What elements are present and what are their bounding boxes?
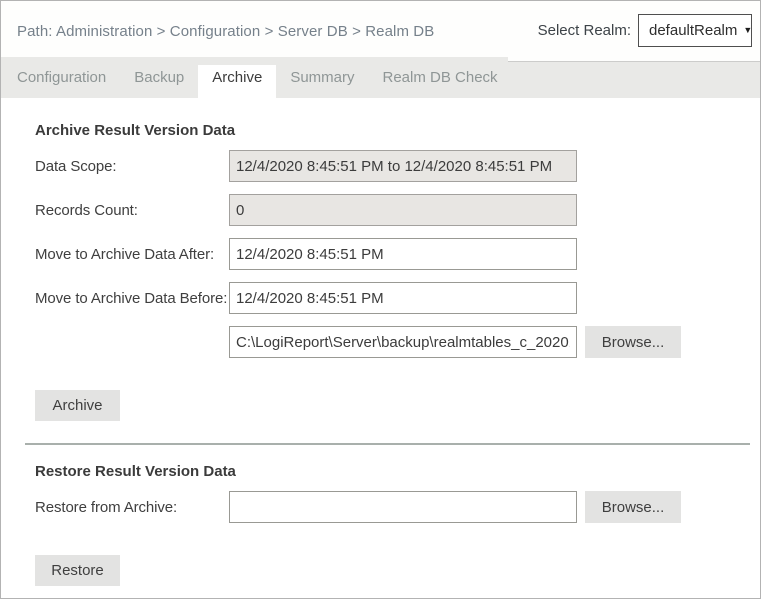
archive-path-row: Browse... <box>35 326 760 358</box>
data-scope-row: Data Scope: <box>35 150 760 182</box>
records-count-label: Records Count: <box>35 202 229 219</box>
data-scope-input <box>229 150 577 182</box>
tab-configuration[interactable]: Configuration <box>3 57 120 98</box>
move-before-input[interactable] <box>229 282 577 314</box>
select-realm-label: Select Realm: <box>538 22 631 39</box>
archive-path-input[interactable] <box>229 326 577 358</box>
breadcrumb: Path: Administration > Configuration > S… <box>17 23 434 40</box>
tab-archive[interactable]: Archive <box>198 57 276 98</box>
realm-picker: Select Realm: defaultRealm ▼ <box>538 14 752 47</box>
realm-db-page: Path: Administration > Configuration > S… <box>0 0 761 599</box>
tab-summary[interactable]: Summary <box>276 57 368 98</box>
tab-backup[interactable]: Backup <box>120 57 198 98</box>
realm-select-value: defaultRealm <box>649 22 737 39</box>
records-count-input <box>229 194 577 226</box>
realm-select[interactable]: defaultRealm ▼ <box>638 14 752 47</box>
section-divider <box>25 443 750 445</box>
restore-button[interactable]: Restore <box>35 555 120 586</box>
chevron-down-icon: ▼ <box>743 25 752 35</box>
tab-realm-db-check[interactable]: Realm DB Check <box>369 57 512 98</box>
header-notch <box>508 57 760 62</box>
browse-restore-button[interactable]: Browse... <box>585 491 681 523</box>
tab-bar: Configuration Backup Archive Summary Rea… <box>1 57 760 98</box>
move-after-row: Move to Archive Data After: <box>35 238 760 270</box>
restore-section-title: Restore Result Version Data <box>35 463 760 480</box>
data-scope-label: Data Scope: <box>35 158 229 175</box>
archive-section-title: Archive Result Version Data <box>35 122 760 139</box>
restore-from-archive-input[interactable] <box>229 491 577 523</box>
browse-archive-button[interactable]: Browse... <box>585 326 681 358</box>
archive-button[interactable]: Archive <box>35 390 120 421</box>
move-before-label: Move to Archive Data Before: <box>35 290 229 307</box>
move-after-input[interactable] <box>229 238 577 270</box>
archive-tab-content: Archive Result Version Data Data Scope: … <box>1 98 760 599</box>
page-header: Path: Administration > Configuration > S… <box>1 1 760 57</box>
records-count-row: Records Count: <box>35 194 760 226</box>
move-before-row: Move to Archive Data Before: <box>35 282 760 314</box>
restore-from-row: Restore from Archive: Browse... <box>35 491 760 523</box>
restore-from-label: Restore from Archive: <box>35 499 229 516</box>
move-after-label: Move to Archive Data After: <box>35 246 229 263</box>
